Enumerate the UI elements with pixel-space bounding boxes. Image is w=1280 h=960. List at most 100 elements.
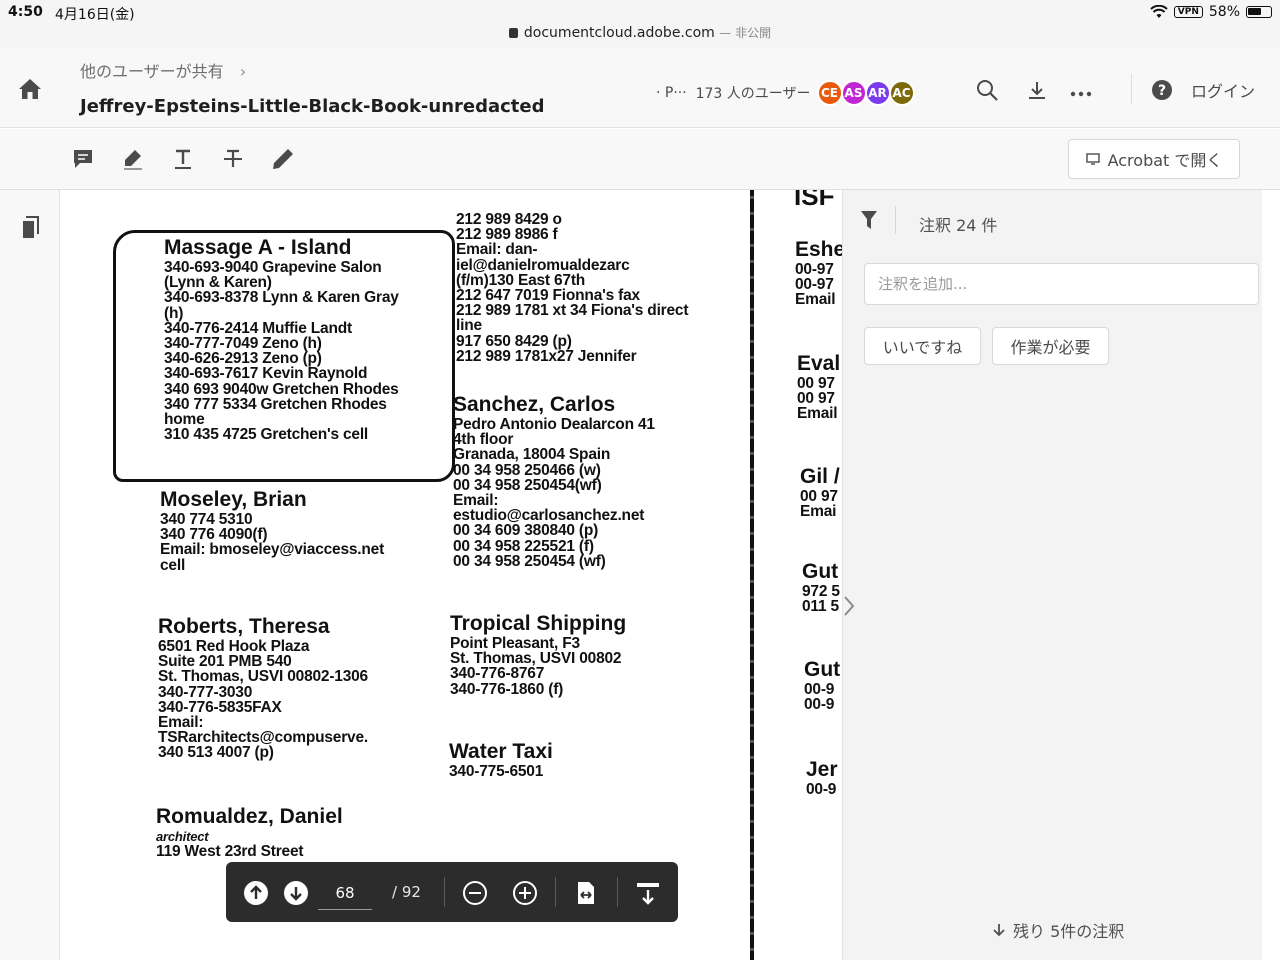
left-rail	[0, 190, 60, 960]
entry-line: 00-9	[804, 681, 835, 698]
entry-line: 212 989 8986 f	[456, 226, 558, 244]
entry-name: Tropical Shipping	[450, 612, 627, 635]
users-prefix: · P···	[656, 85, 687, 101]
avatar[interactable]: AS	[840, 80, 867, 106]
pager-divider	[617, 877, 618, 907]
shared-users[interactable]: · P··· 173 人のユーザー CE AS AR AC	[656, 80, 915, 106]
entry-name: Gut	[802, 560, 839, 583]
entry-name: Jer	[806, 758, 838, 781]
entry-line: Point Pleasant, F3	[450, 635, 580, 652]
status-date: 4月16日(金)	[55, 7, 135, 23]
entry-line: 212 989 1781 xt 34 Fiona's direct	[456, 302, 689, 320]
entry-line: 972 5	[802, 583, 840, 600]
document-title: Jeffrey-Epsteins-Little-Black-Book-unred…	[80, 96, 545, 117]
zoom-out-icon[interactable]	[462, 880, 488, 906]
search-icon[interactable]	[975, 78, 999, 102]
entry-line: 340-775-6501	[449, 763, 544, 780]
entry-line: Granada, 18004 Spain	[453, 446, 611, 464]
address-bar[interactable]: documentcloud.adobe.com — 非公開	[0, 24, 1280, 41]
underline-text-icon[interactable]	[171, 147, 195, 171]
entry-line: Email: dan-	[456, 241, 538, 259]
breadcrumb[interactable]: 他のユーザーが共有 ›	[80, 58, 246, 82]
entry-partial: Jer 00-9	[806, 758, 838, 797]
next-page-icon[interactable]	[283, 880, 309, 906]
entry-line: St. Thomas, USVI 00802-1306	[158, 668, 368, 686]
like-button[interactable]: いいですね	[864, 327, 981, 365]
entry-line: 340 774 5310	[160, 511, 253, 528]
entry-name: Water Taxi	[449, 740, 553, 763]
svg-text:?: ?	[1158, 83, 1166, 99]
zoom-in-icon[interactable]	[512, 880, 538, 906]
ios-status-bar: 4:50 4月16日(金) documentcloud.adobe.com — …	[0, 0, 1280, 48]
avatar[interactable]: AR	[864, 80, 891, 106]
entry-line: 340-693-7617 Kevin Raynold	[164, 365, 368, 383]
previous-page-icon[interactable]	[243, 880, 269, 906]
status-time: 4:50	[8, 4, 43, 20]
entry-line: 340-693-9040 Grapevine Salon	[164, 259, 382, 276]
entry-name: Roberts, Theresa	[158, 615, 330, 638]
entry-line: TSRarchitects@compuserve.	[158, 729, 368, 747]
entry-partial: Gil / 00 97 Emai	[800, 465, 840, 521]
entry-line: 340 513 4007 (p)	[158, 744, 274, 762]
entry-massage-island: Massage A - Island 340-693-9040 Grapevin…	[164, 236, 399, 443]
entry-line: iel@danielromualdezarc	[456, 256, 630, 274]
entry-name: Sanchez, Carlos	[453, 393, 616, 416]
download-icon[interactable]	[1025, 78, 1049, 102]
page-number-input[interactable]	[318, 876, 372, 910]
entry-line: St. Thomas, USVI 00802	[450, 650, 622, 668]
pencil-icon[interactable]	[271, 147, 295, 171]
entry-line: Emai	[800, 503, 837, 521]
status-indicators: VPN 58%	[1150, 4, 1272, 20]
needs-work-button[interactable]: 作業が必要	[992, 327, 1109, 365]
entry-line: 212 989 1781x27 Jennifer	[456, 347, 637, 365]
entry-name: Gil /	[800, 465, 840, 488]
more-options-icon[interactable]	[1069, 78, 1093, 102]
entry-romualdez: Romualdez, Daniel architect 119 West 23r…	[156, 805, 343, 861]
comments-panel: 注釈 24 件 いいですね 作業が必要 残り 5件の注釈	[842, 190, 1262, 960]
entry-line: 340-626-2913 Zeno (p)	[164, 350, 322, 368]
entry-line: 00 97	[800, 488, 838, 505]
battery-percent: 58%	[1208, 4, 1240, 20]
entry-line: 340-777-7049 Zeno (h)	[164, 335, 322, 353]
entry-line: (f/m)130 East 67th	[456, 271, 586, 289]
entry-line: 340-776-1860 (f)	[450, 680, 564, 698]
help-icon[interactable]: ?	[1150, 78, 1174, 102]
users-count: 173 人のユーザー	[695, 86, 811, 102]
avatar[interactable]: AC	[888, 80, 915, 106]
entry-line: 6501 Red Hook Plaza	[158, 638, 310, 655]
fit-width-icon[interactable]	[573, 880, 599, 906]
entry-line: Email	[797, 405, 838, 423]
highlighter-icon[interactable]	[121, 147, 145, 171]
breadcrumb-shared[interactable]: 他のユーザーが共有	[80, 62, 224, 81]
entry-romualdez-continued: 212 989 8429 o 212 989 8986 f Email: dan…	[456, 212, 689, 365]
entry-isf: ISF	[794, 190, 834, 209]
entry-line: Email:	[453, 492, 499, 510]
document-viewer[interactable]: Massage A - Island 340-693-9040 Grapevin…	[61, 190, 842, 960]
page-thumbnails-icon[interactable]	[19, 215, 41, 239]
pager-divider	[444, 877, 445, 907]
battery-icon	[1246, 6, 1272, 18]
chevron-right-icon[interactable]	[843, 595, 855, 617]
strikethrough-icon[interactable]	[221, 147, 245, 171]
entry-line: 340 776 4090(f)	[160, 526, 268, 544]
remaining-comments[interactable]: 残り 5件の注釈	[993, 918, 1124, 942]
login-button[interactable]: ログイン	[1191, 78, 1255, 102]
panel-divider	[895, 206, 896, 234]
avatar-group[interactable]: CE AS AR AC	[816, 80, 915, 106]
add-comment-input[interactable]	[864, 263, 1259, 305]
entry-line: 4th floor	[453, 431, 514, 449]
open-in-acrobat-button[interactable]: Acrobat で開く	[1068, 139, 1240, 179]
entry-line: 00 34 609 380840 (p)	[453, 522, 599, 540]
entry-line: Email:	[158, 714, 204, 732]
entry-line: estudio@carlosanchez.net	[453, 507, 645, 525]
entry-name: Romualdez, Daniel	[156, 805, 343, 828]
home-icon[interactable]	[18, 78, 42, 100]
entry-line: 119 West 23rd Street	[156, 843, 304, 861]
entry-roberts: Roberts, Theresa 6501 Red Hook Plaza Sui…	[158, 615, 368, 761]
scroll-mode-icon[interactable]	[635, 880, 661, 906]
filter-icon[interactable]	[860, 210, 878, 230]
entry-tropical-shipping: Tropical Shipping Point Pleasant, F3 St.…	[450, 612, 626, 697]
lock-icon	[508, 28, 518, 38]
avatar[interactable]: CE	[816, 80, 843, 106]
comment-icon[interactable]	[71, 147, 95, 171]
